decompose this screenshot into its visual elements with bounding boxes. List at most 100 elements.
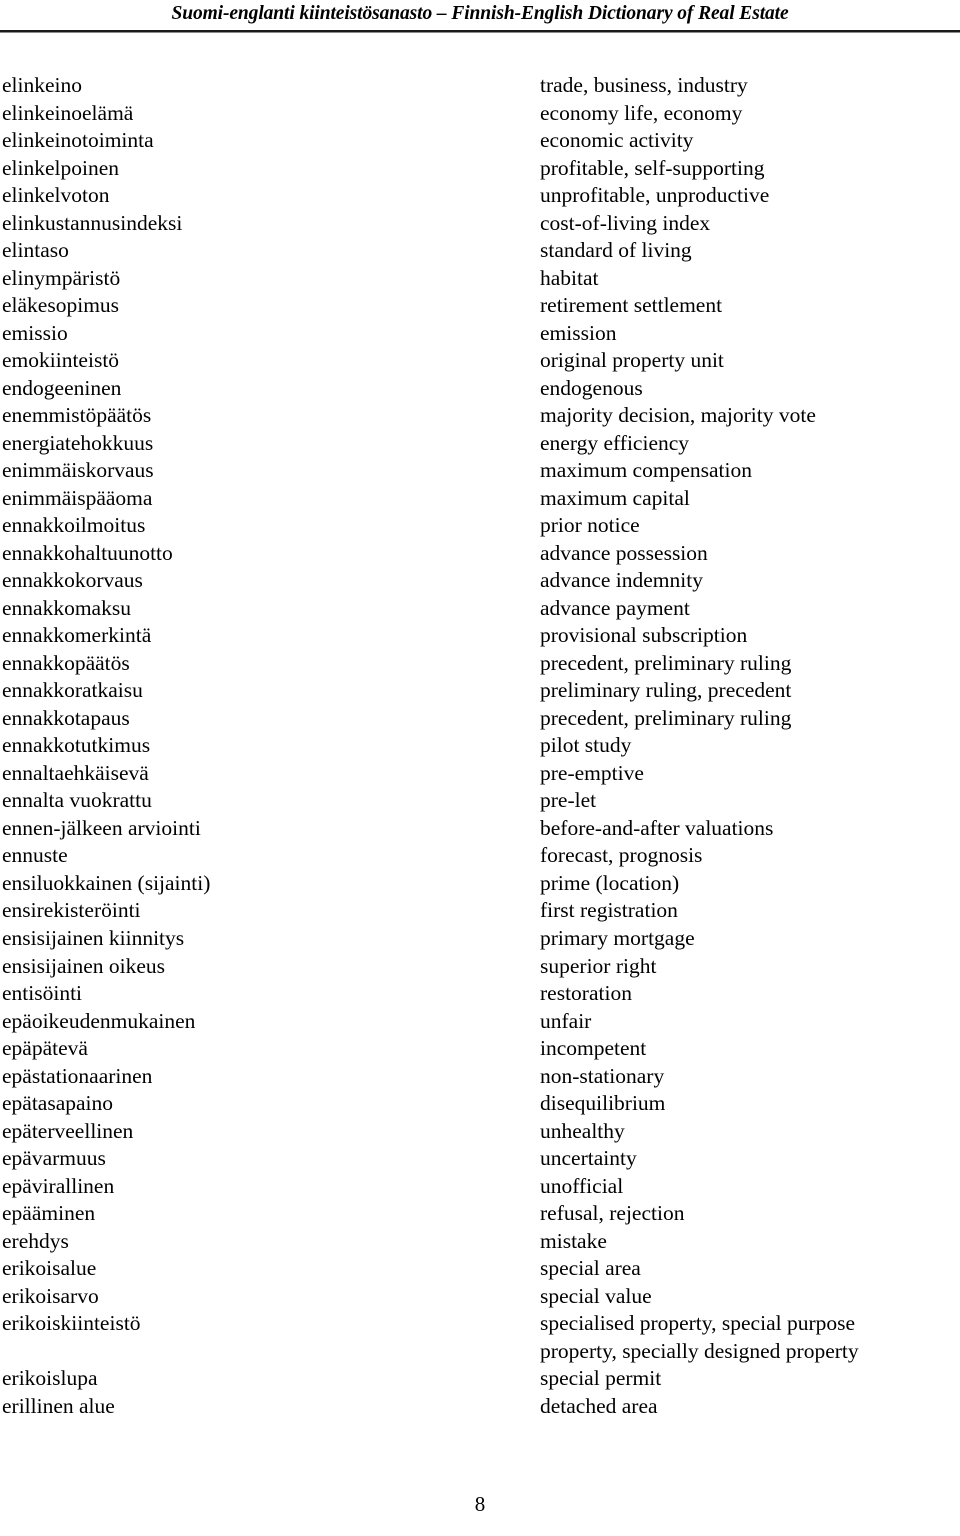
glossary-definition: prior notice: [540, 513, 640, 538]
glossary-entry-row: ensisijainen kiinnitys primary mortgage: [0, 925, 960, 953]
glossary-term: ennuste: [2, 843, 68, 868]
glossary-term: ennakkotapaus: [2, 705, 130, 730]
glossary-definition: preliminary ruling, precedent: [540, 678, 792, 703]
glossary-definition: special area: [540, 1256, 641, 1281]
glossary-term: elinympäristö: [2, 265, 121, 290]
glossary-term: erikoiskiinteistö: [2, 1311, 141, 1336]
glossary-definition: provisional subscription: [540, 623, 748, 648]
glossary-term: epäterveellinen: [2, 1118, 134, 1143]
glossary-definition: refusal, rejection: [540, 1201, 685, 1226]
glossary-entry-row: endogeeninen endogenous: [0, 375, 960, 403]
glossary-entry-list: elinkeino trade, business, industry elinke…: [0, 72, 960, 1420]
glossary-definition: cost-of-living index: [540, 210, 711, 235]
glossary-entry-row: ensiluokkainen (sijainti) prime (location…: [0, 870, 960, 898]
glossary-entry-row: ensirekisteröinti first registration: [0, 897, 960, 925]
glossary-entry-row: erikoisarvo special value: [0, 1283, 960, 1311]
glossary-term: endogeeninen: [2, 375, 122, 400]
glossary-term: ennakkopäätös: [2, 650, 130, 675]
page-header-title: Suomi-englanti kiinteistösanasto – Finni…: [171, 3, 789, 24]
glossary-term: epätasapaino: [2, 1091, 114, 1116]
glossary-term: erehdys: [2, 1228, 69, 1253]
glossary-definition: primary mortgage: [540, 925, 695, 950]
glossary-definition: endogenous: [540, 375, 643, 400]
glossary-term: energiatehokkuus: [2, 430, 154, 455]
glossary-definition: pre-emptive: [540, 760, 644, 785]
glossary-definition: prime (location): [540, 870, 680, 895]
glossary-entry-row: epävarmuus uncertainty: [0, 1145, 960, 1173]
glossary-entry-row: emissio emission: [0, 320, 960, 348]
glossary-definition: pilot study: [540, 733, 632, 758]
page-number: 8: [474, 1492, 486, 1516]
glossary-definition: detached area: [540, 1393, 658, 1418]
glossary-definition: unprofitable, unproductive: [540, 183, 770, 208]
glossary-definition: superior right: [540, 953, 657, 978]
glossary-entry-row: erikoisalue special area: [0, 1255, 960, 1283]
glossary-definition: incompetent: [540, 1036, 647, 1061]
glossary-term: ennakkotutkimus: [2, 733, 151, 758]
glossary-term: ensiluokkainen (sijainti): [2, 870, 211, 895]
glossary-entry-row: elinkeino trade, business, industry: [0, 72, 960, 100]
glossary-definition: precedent, preliminary ruling: [540, 650, 792, 675]
glossary-term: ensirekisteröinti: [2, 898, 141, 923]
glossary-term: ennalta vuokrattu: [2, 788, 152, 813]
glossary-entry-row: erikoislupa special permit: [0, 1365, 960, 1393]
glossary-definition: first registration: [540, 898, 678, 923]
glossary-term: epäpätevä: [2, 1036, 88, 1061]
glossary-term: elinkelvoton: [2, 183, 110, 208]
glossary-term: erikoisarvo: [2, 1283, 99, 1308]
header-divider-rule: [0, 30, 960, 33]
glossary-entry-row: elinkeinotoiminta economic activity: [0, 127, 960, 155]
glossary-term: entisöinti: [2, 981, 83, 1006]
glossary-entry-row: epävirallinen unofficial: [0, 1173, 960, 1201]
glossary-term: eläkesopimus: [2, 293, 120, 318]
page-header: Suomi-englanti kiinteistösanasto – Finni…: [0, 0, 960, 34]
glossary-definition: precedent, preliminary ruling: [540, 705, 792, 730]
glossary-definition: uncertainty: [540, 1146, 637, 1171]
glossary-entry-row: emokiinteistö original property unit: [0, 347, 960, 375]
glossary-term: ensisijainen oikeus: [2, 953, 166, 978]
glossary-entry-row: ennaltaehkäisevä pre-emptive: [0, 760, 960, 788]
glossary-definition: habitat: [540, 265, 599, 290]
glossary-definition: advance indemnity: [540, 568, 703, 593]
glossary-definition: before-and-after valuations: [540, 815, 774, 840]
glossary-definition: emission: [540, 320, 617, 345]
glossary-definition: retirement settlement: [540, 293, 723, 318]
glossary-definition: advance payment: [540, 595, 690, 620]
glossary-definition: standard of living: [540, 238, 692, 263]
glossary-entry-row: ennakkohaltuunotto advance possession: [0, 540, 960, 568]
glossary-term: erillinen alue: [2, 1393, 115, 1418]
glossary-definition: special value: [540, 1283, 652, 1308]
glossary-entry-row: ennakkoilmoitus prior notice: [0, 512, 960, 540]
glossary-definition: unhealthy: [540, 1118, 625, 1143]
glossary-term: erikoisalue: [2, 1256, 97, 1281]
glossary-entry-row: erillinen alue detached area: [0, 1393, 960, 1421]
glossary-definition: original property unit: [540, 348, 724, 373]
glossary-entry-row: epäterveellinen unhealthy: [0, 1118, 960, 1146]
glossary-continuation-row: property, specially designed property: [0, 1338, 960, 1366]
glossary-term: ennen-jälkeen arviointi: [2, 815, 201, 840]
glossary-entry-row: elinympäristö habitat: [0, 265, 960, 293]
glossary-entry-row: elinkustannusindeksi cost-of-living index: [0, 210, 960, 238]
glossary-entry-row: enimmäiskorvaus maximum compensation: [0, 457, 960, 485]
glossary-definition: economy life, economy: [540, 100, 743, 125]
glossary-definition: forecast, prognosis: [540, 843, 703, 868]
glossary-definition: property, specially designed property: [540, 1338, 859, 1363]
glossary-definition: pre-let: [540, 788, 597, 813]
glossary-entry-row: epääminen refusal, rejection: [0, 1200, 960, 1228]
glossary-term: ensisijainen kiinnitys: [2, 925, 185, 950]
glossary-term: elinkelpoinen: [2, 155, 120, 180]
glossary-entry-row: ennakkopäätös precedent, preliminary ruli…: [0, 650, 960, 678]
glossary-term: elinkeino: [2, 73, 83, 97]
glossary-term: epävirallinen: [2, 1173, 115, 1198]
page-footer: 8: [0, 1492, 960, 1516]
glossary-term: enemmistöpäätös: [2, 403, 152, 428]
glossary-entry-row: erehdys mistake: [0, 1228, 960, 1256]
glossary-definition: energy efficiency: [540, 430, 690, 455]
glossary-term: ennakkokorvaus: [2, 568, 143, 593]
glossary-term: ennakkoratkaisu: [2, 678, 143, 703]
glossary-entry-row: elintaso standard of living: [0, 237, 960, 265]
glossary-entry-row: epästationaarinen non-stationary: [0, 1063, 960, 1091]
glossary-entry-row: energiatehokkuus energy efficiency: [0, 430, 960, 458]
glossary-entry-row: ennakkomerkintä provisional subscription: [0, 622, 960, 650]
glossary-definition: specialised property, special purpose: [540, 1311, 856, 1336]
